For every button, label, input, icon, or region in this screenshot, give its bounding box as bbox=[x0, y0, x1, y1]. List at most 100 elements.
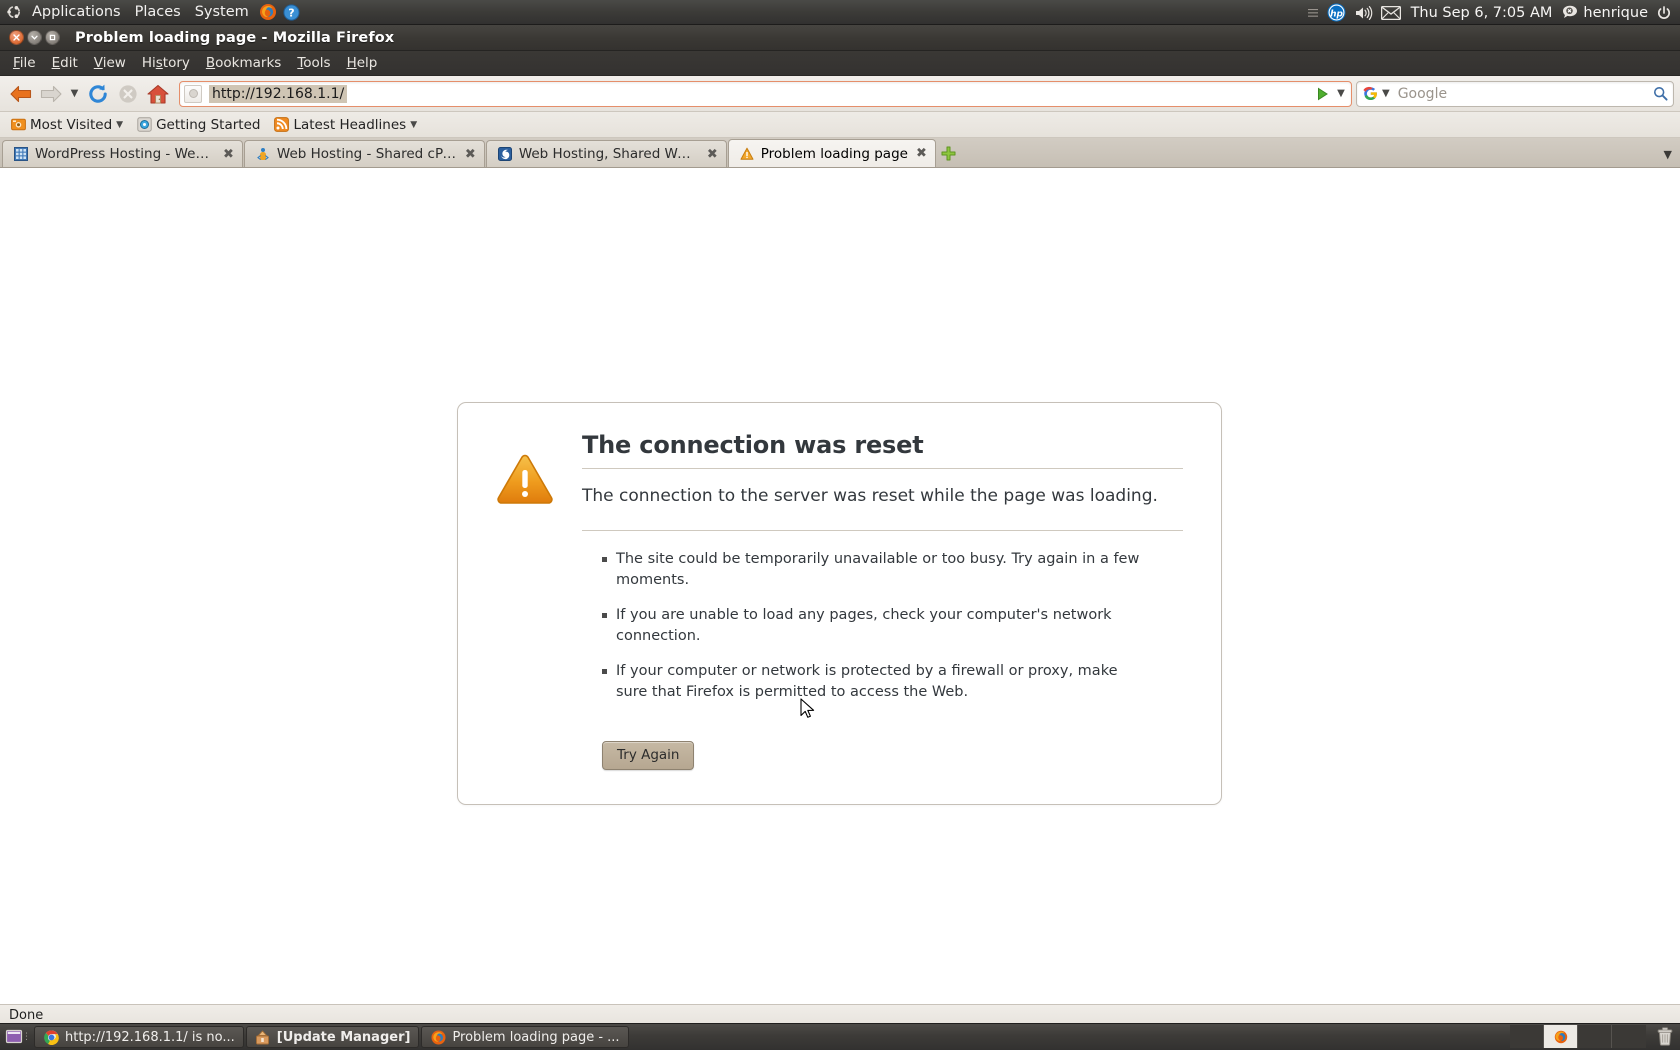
site-identity-icon[interactable] bbox=[184, 84, 202, 103]
google-icon bbox=[1362, 85, 1379, 102]
task-update-manager[interactable]: [Update Manager] bbox=[245, 1026, 420, 1048]
menu-view[interactable]: View bbox=[86, 52, 134, 74]
window-maximize-button[interactable] bbox=[45, 30, 60, 45]
workspace-3[interactable] bbox=[1578, 1025, 1612, 1048]
menu-help[interactable]: Help bbox=[339, 52, 386, 74]
panel-launcher-help[interactable]: ? bbox=[280, 0, 304, 25]
panel-clock[interactable]: Thu Sep 6, 7:05 AM bbox=[1405, 5, 1559, 21]
tab-close-icon[interactable]: ✖ bbox=[465, 147, 476, 162]
chevron-down-icon[interactable]: ▼ bbox=[116, 120, 123, 130]
user-status-offline-icon[interactable] bbox=[1558, 0, 1583, 25]
mail-envelope-icon[interactable] bbox=[1377, 0, 1405, 25]
gnome-bottom-panel: ⋮⋮ http://192.168.1.1/ is no... [Update … bbox=[0, 1023, 1680, 1050]
window-close-button[interactable] bbox=[9, 30, 24, 45]
task-label: Problem loading page - ... bbox=[452, 1029, 620, 1045]
panel-username[interactable]: henrique bbox=[1583, 5, 1652, 21]
url-bar[interactable]: http://192.168.1.1/ ▼ bbox=[179, 80, 1352, 107]
bookmark-latest-headlines[interactable]: Latest Headlines ▼ bbox=[268, 115, 423, 135]
history-dropdown-icon[interactable]: ▼ bbox=[66, 79, 83, 109]
bookmark-label: Most Visited bbox=[30, 116, 113, 133]
list-item: If you are unable to load any pages, che… bbox=[602, 605, 1142, 647]
tab-close-icon[interactable]: ✖ bbox=[916, 146, 927, 161]
title-divider bbox=[582, 468, 1183, 469]
chevron-down-icon[interactable]: ▼ bbox=[410, 120, 417, 130]
rss-feed-icon bbox=[274, 117, 290, 132]
firefox-icon bbox=[430, 1029, 446, 1045]
back-arrow-icon[interactable] bbox=[6, 79, 36, 109]
forward-arrow-icon bbox=[36, 79, 66, 109]
menu-bookmarks[interactable]: Bookmarks bbox=[198, 52, 289, 74]
bookmark-label: Latest Headlines bbox=[293, 116, 407, 133]
taskbar-grip[interactable]: ⋮⋮ bbox=[22, 1026, 39, 1048]
window-titlebar: Problem loading page - Mozilla Firefox bbox=[0, 25, 1680, 51]
list-item: The site could be temporarily unavailabl… bbox=[602, 549, 1142, 591]
tab-close-icon[interactable]: ✖ bbox=[223, 147, 234, 162]
panel-launcher-firefox[interactable] bbox=[256, 0, 280, 25]
workspace-switcher[interactable] bbox=[1510, 1025, 1646, 1048]
menu-system[interactable]: System bbox=[188, 0, 256, 25]
tab-label: Web Hosting - Shared cPan... bbox=[276, 146, 457, 162]
hp-logo-icon[interactable]: hp bbox=[1323, 0, 1350, 25]
tab-wordpress-hosting[interactable]: WordPress Hosting - Web h... ✖ bbox=[2, 140, 243, 167]
try-again-button[interactable]: Try Again bbox=[602, 741, 695, 771]
bookmark-most-visited[interactable]: Most Visited ▼ bbox=[5, 115, 129, 135]
menubar: File Edit View History Bookmarks Tools H… bbox=[0, 51, 1680, 76]
menu-history[interactable]: History bbox=[134, 52, 198, 74]
gnome-top-panel: Applications Places System ? hp Thu Sep … bbox=[0, 0, 1680, 25]
menu-file[interactable]: File bbox=[5, 52, 44, 74]
tab-label: WordPress Hosting - Web h... bbox=[35, 146, 215, 162]
power-icon[interactable] bbox=[1652, 0, 1676, 25]
tab-list-dropdown-icon[interactable]: ▼ bbox=[1664, 148, 1672, 161]
chrome-icon bbox=[43, 1029, 59, 1045]
trash-icon[interactable] bbox=[1654, 1025, 1676, 1047]
ubuntu-logo-icon bbox=[3, 0, 25, 25]
workspace-4[interactable] bbox=[1612, 1025, 1646, 1048]
warning-triangle-icon bbox=[496, 431, 554, 770]
cpanel-favicon bbox=[255, 146, 271, 162]
hp-indicator-icon[interactable] bbox=[1303, 0, 1323, 25]
tab-problem-loading-page[interactable]: Problem loading page ✖ bbox=[727, 139, 936, 167]
bookmarks-toolbar: Most Visited ▼ Getting Started Latest He… bbox=[0, 112, 1680, 138]
window-title: Problem loading page - Mozilla Firefox bbox=[75, 29, 395, 46]
task-label: http://192.168.1.1/ is no... bbox=[65, 1029, 235, 1045]
workspace-1[interactable] bbox=[1510, 1025, 1544, 1048]
search-bar[interactable]: ▼ Google bbox=[1356, 80, 1674, 107]
tab-web-hosting-shared[interactable]: Web Hosting, Shared Web ... ✖ bbox=[485, 140, 727, 167]
workspace-2[interactable] bbox=[1544, 1025, 1578, 1048]
menu-edit[interactable]: Edit bbox=[44, 52, 86, 74]
task-chrome[interactable]: http://192.168.1.1/ is no... bbox=[34, 1026, 244, 1048]
tab-web-hosting-cpanel[interactable]: Web Hosting - Shared cPan... ✖ bbox=[243, 140, 485, 167]
search-input[interactable]: Google bbox=[1398, 86, 1447, 102]
tab-label: Problem loading page bbox=[760, 145, 908, 162]
search-engine-caret-icon[interactable]: ▼ bbox=[1382, 88, 1390, 99]
magnifier-icon[interactable] bbox=[1653, 86, 1668, 105]
page-content: The connection was reset The connection … bbox=[0, 168, 1680, 1004]
menu-places[interactable]: Places bbox=[128, 0, 188, 25]
volume-icon[interactable] bbox=[1350, 0, 1377, 25]
menu-tools[interactable]: Tools bbox=[289, 52, 338, 74]
urlbar-dropdown-icon[interactable]: ▼ bbox=[1334, 82, 1348, 106]
most-visited-icon bbox=[11, 118, 26, 131]
getting-started-icon bbox=[137, 117, 152, 132]
home-icon[interactable] bbox=[143, 79, 173, 109]
neterror-box: The connection was reset The connection … bbox=[457, 402, 1222, 806]
tab-label: Web Hosting, Shared Web ... bbox=[518, 146, 699, 162]
error-description: The connection to the server was reset w… bbox=[582, 486, 1158, 506]
page-title: The connection was reset bbox=[582, 431, 924, 459]
hosting-favicon bbox=[497, 146, 513, 162]
tab-close-icon[interactable]: ✖ bbox=[707, 147, 718, 162]
svg-text:?: ? bbox=[289, 6, 295, 19]
reload-icon[interactable] bbox=[83, 79, 113, 109]
url-input[interactable]: http://192.168.1.1/ bbox=[209, 84, 348, 103]
new-tab-button[interactable] bbox=[937, 140, 961, 167]
bookmark-getting-started[interactable]: Getting Started bbox=[131, 115, 266, 135]
svg-text:hp: hp bbox=[1330, 9, 1343, 19]
search-engine-selector[interactable]: ▼ bbox=[1357, 85, 1390, 102]
update-manager-icon bbox=[255, 1029, 271, 1045]
list-item: If your computer or network is protected… bbox=[602, 661, 1142, 703]
window-minimize-button[interactable] bbox=[27, 30, 42, 45]
warning-favicon bbox=[739, 146, 755, 162]
task-firefox[interactable]: Problem loading page - ... bbox=[421, 1026, 629, 1048]
menu-applications[interactable]: Applications bbox=[25, 0, 128, 25]
go-arrow-icon[interactable] bbox=[1313, 82, 1332, 106]
